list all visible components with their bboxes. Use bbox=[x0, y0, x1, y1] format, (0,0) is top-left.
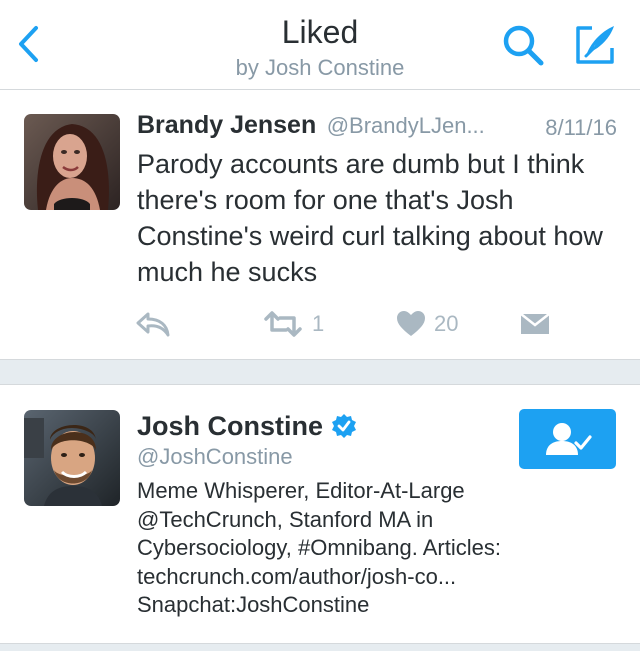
direct-message-button[interactable] bbox=[520, 310, 550, 338]
avatar[interactable] bbox=[24, 410, 120, 506]
verified-icon bbox=[332, 414, 357, 438]
reply-icon bbox=[136, 312, 170, 337]
tweet-header: Brandy Jensen @BrandyLJen... 8/11/16 bbox=[137, 111, 617, 145]
tweet-text: Parody accounts are dumb but I think the… bbox=[137, 149, 603, 287]
like-count: 20 bbox=[434, 311, 459, 336]
bio-line: Meme Whisperer, Editor-At-Large bbox=[137, 478, 465, 503]
retweet-button[interactable]: 1 bbox=[262, 307, 324, 341]
section-divider bbox=[0, 359, 640, 385]
section-divider bbox=[0, 643, 640, 651]
compose-icon bbox=[576, 26, 614, 64]
tweet-date: 8/11/16 bbox=[545, 115, 617, 140]
bio-line: Snapchat:JoshConstine bbox=[137, 592, 370, 617]
nav-bar: Liked by Josh Constine bbox=[0, 0, 640, 90]
bio-line[interactable]: techcrunch.com/author/josh-co... bbox=[137, 563, 557, 592]
josh-constine-avatar bbox=[24, 410, 120, 506]
compose-button[interactable] bbox=[568, 20, 622, 70]
like-button[interactable]: 20 bbox=[396, 307, 458, 341]
bio-line[interactable]: @TechCrunch, Stanford MA in bbox=[137, 506, 557, 535]
tweet-author-handle[interactable]: @BrandyLJen... bbox=[327, 113, 485, 138]
retweet-count: 1 bbox=[312, 311, 325, 336]
retweet-icon bbox=[264, 311, 302, 337]
tweet-author-name[interactable]: Brandy Jensen bbox=[137, 111, 316, 139]
user-name[interactable]: Josh Constine bbox=[137, 411, 323, 442]
user-handle[interactable]: @JoshConstine bbox=[137, 444, 293, 470]
user-name-row: Josh Constine bbox=[137, 408, 357, 444]
search-icon bbox=[503, 25, 544, 66]
direct-message-icon bbox=[520, 313, 550, 334]
user-bio: Meme Whisperer, Editor-At-Large @TechCru… bbox=[137, 477, 557, 620]
verified-badge bbox=[331, 413, 357, 439]
avatar[interactable] bbox=[24, 114, 120, 210]
brandy-jensen-avatar bbox=[24, 114, 120, 210]
search-button[interactable] bbox=[496, 22, 550, 68]
reply-button[interactable] bbox=[136, 308, 170, 340]
heart-icon bbox=[397, 311, 425, 336]
following-button[interactable] bbox=[519, 409, 616, 469]
bio-line: Cybersociology, #Omnibang. Articles: bbox=[137, 535, 501, 560]
following-user-check-icon bbox=[545, 423, 592, 455]
